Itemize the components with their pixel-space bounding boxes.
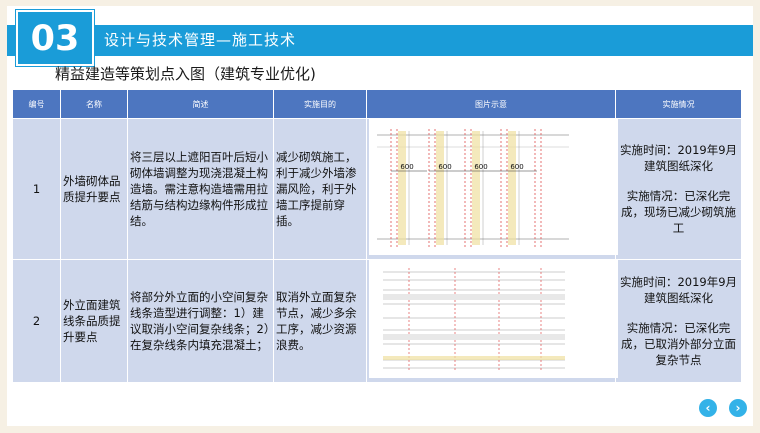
facade-section-drawing [369, 260, 618, 378]
impl-status: 实施情况：已深化完成，现场已减少砌筑施工 [621, 189, 736, 235]
col-header-impl: 实施情况 [615, 89, 742, 119]
row-figure: 600 600 600 600 [366, 118, 618, 260]
dim-label: 600 [510, 163, 523, 171]
col-header-figure: 图片示意 [366, 89, 616, 119]
col-header-desc: 简述 [127, 89, 274, 119]
col-header-name: 名称 [60, 89, 128, 119]
dim-label: 600 [474, 163, 487, 171]
row-purpose: 取消外立面复杂节点，减少多余工序，减少资源浪费。 [273, 259, 367, 383]
row-figure [366, 259, 618, 383]
table-row: 1 外墙砌体品质提升要点 将三层以上遮阳百叶后短小砌体墙调整为现浇混凝土构造墙。… [12, 118, 742, 260]
impl-time: 实施时间：2019年9月建筑图纸深化 [619, 275, 738, 305]
col-header-purpose: 实施目的 [273, 89, 367, 119]
table-header-row: 编号 名称 简述 实施目的 图片示意 实施情况 [12, 89, 742, 119]
dim-label: 600 [438, 163, 451, 171]
row-purpose: 减少砌筑施工，利于减少外墙渗漏风险，利于外墙工序提前穿插。 [273, 118, 367, 260]
prev-page-button[interactable]: ‹ [699, 399, 717, 417]
row-name: 外立面建筑线条品质提升要点 [60, 259, 128, 383]
dim-label: 600 [400, 163, 413, 171]
page-subtitle: 精益建造等策划点入图（建筑专业优化) [55, 65, 316, 83]
table-row: 2 外立面建筑线条品质提升要点 将部分外立面的小空间复杂线条造型进行调整：1）建… [12, 259, 742, 383]
impl-spacer [618, 306, 739, 320]
wall-elevation-drawing: 600 600 600 600 [369, 119, 618, 255]
header-title: 设计与技术管理—施工技术 [104, 31, 297, 49]
next-page-button[interactable]: › [729, 399, 747, 417]
impl-spacer [618, 174, 739, 188]
row-number: 1 [12, 118, 61, 260]
row-impl: 实施时间：2019年9月建筑图纸深化 实施情况：已深化完成，已取消外部分立面复杂… [615, 259, 742, 383]
row-desc: 将部分外立面的小空间复杂线条造型进行调整：1）建议取消小空间复杂线条；2）在复杂… [127, 259, 274, 383]
col-header-num: 编号 [12, 89, 61, 119]
row-desc: 将三层以上遮阳百叶后短小砌体墙调整为现浇混凝土构造墙。需注意构造墙需用拉结筋与结… [127, 118, 274, 260]
row-number: 2 [12, 259, 61, 383]
row-impl: 实施时间：2019年9月建筑图纸深化 实施情况：已深化完成，现场已减少砌筑施工 [615, 118, 742, 260]
section-number: 03 [16, 10, 94, 66]
impl-status: 实施情况：已深化完成，已取消外部分立面复杂节点 [621, 321, 736, 367]
row-name: 外墙砌体品质提升要点 [60, 118, 128, 260]
impl-time: 实施时间：2019年9月建筑图纸深化 [619, 143, 738, 173]
strategy-table: 编号 名称 简述 实施目的 图片示意 实施情况 1 外墙砌体品质提升要点 将三层… [12, 89, 742, 383]
